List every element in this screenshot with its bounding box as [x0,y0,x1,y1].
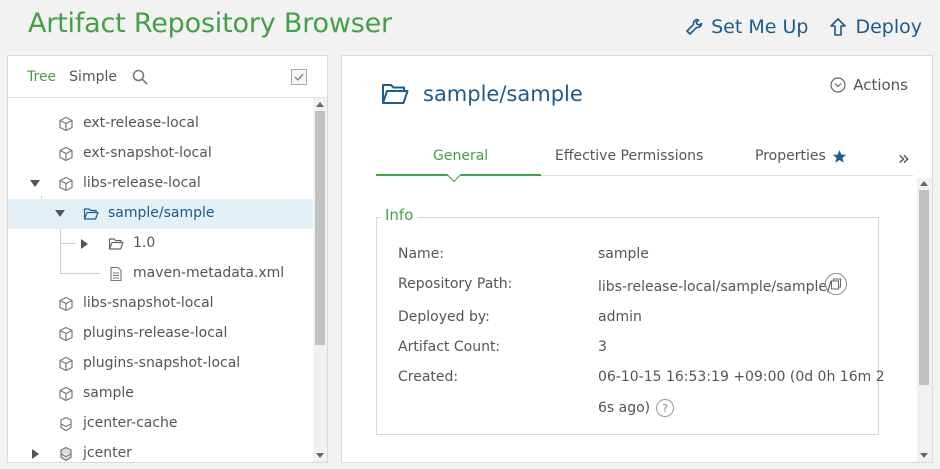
tree-item[interactable]: jcenter [8,439,313,462]
info-value-deployed-by: admin [598,309,642,325]
tab-effective-permissions[interactable]: Effective Permissions [555,148,703,164]
compact-folders-checkbox[interactable] [291,69,307,85]
info-value-repository-path: libs-release-local/sample/sample/ [598,279,832,295]
tree-item-label: jcenter [83,445,132,461]
actions-label: Actions [853,76,908,94]
tab-simple[interactable]: Simple [69,69,117,85]
collapse-arrow-icon[interactable] [32,449,39,459]
tree-panel: Tree Simple ext-release-local ext-snapsh… [7,55,328,463]
info-label-deployed-by: Deployed by: [398,309,490,325]
set-me-up-button[interactable]: Set Me Up [684,16,808,38]
tab-general[interactable]: General [433,148,488,164]
search-icon[interactable] [132,69,148,85]
tree-scrollbar[interactable] [313,98,327,462]
tree-item[interactable]: ext-snapshot-local [8,139,313,169]
info-label-created: Created: [398,369,459,385]
detail-panel: sample/sample Actions General Effective … [341,55,933,463]
repository-icon [59,386,73,402]
info-value-artifact-count: 3 [598,339,607,355]
tree-item[interactable]: plugins-release-local [8,319,313,349]
copy-path-button[interactable] [825,273,847,295]
tree-item-label: plugins-snapshot-local [83,355,241,371]
folder-icon [108,238,124,250]
wrench-icon [686,18,703,35]
tab-label: Effective Permissions [555,148,704,164]
repository-icon [59,296,73,312]
deploy-label: Deploy [855,16,922,38]
expand-arrow-icon[interactable] [30,180,40,187]
folder-open-icon [382,84,409,104]
tab-label: General [433,148,489,164]
info-label-name: Name: [398,246,445,262]
tree-item-label: ext-release-local [83,115,199,131]
detail-tabs: General Effective Permissions Properties [376,144,913,183]
help-icon[interactable]: ? [656,399,675,417]
file-icon [110,266,122,282]
info-value-created-line1: 06-10-15 16:53:19 +09:00 (0d 0h 16m 2 [598,369,885,385]
info-value-created-line2: 6s ago)? [598,399,675,417]
repository-icon [59,176,73,192]
folder-open-icon [83,208,99,220]
tree-item-label: libs-snapshot-local [83,295,214,311]
collapse-arrow-icon[interactable] [81,239,88,249]
checkmark-icon [294,73,304,82]
active-tab-caret [446,167,462,183]
set-me-up-label: Set Me Up [711,16,809,38]
expand-arrow-icon[interactable] [55,210,65,217]
tree-item-label: sample/sample [108,205,215,221]
tree-item-label: jcenter-cache [83,415,178,431]
repository-icon [59,326,73,342]
tree-item-label: libs-release-local [83,175,201,191]
tree-item[interactable]: libs-release-local [8,169,313,199]
tab-tree[interactable]: Tree [27,69,56,85]
tree-item-label: 1.0 [133,235,156,251]
tree-item[interactable]: plugins-snapshot-local [8,349,313,379]
scroll-up-arrow-icon[interactable] [316,102,324,107]
scrollbar-thumb[interactable] [315,111,325,345]
tree-item[interactable]: 1.0 [8,229,313,259]
info-section: Info Name: sample Repository Path: libs-… [376,206,885,435]
more-tabs-button[interactable]: » [898,146,910,170]
tree-item[interactable]: ext-release-local [8,109,313,139]
repository-tree: ext-release-local ext-snapshot-local lib… [8,109,313,462]
scrollbar-thumb[interactable] [919,190,929,385]
info-legend: Info [381,206,418,224]
tree-item-label: sample [83,385,134,401]
tree-item[interactable]: sample [8,379,313,409]
upload-arrow-icon [830,18,847,36]
chevron-down-circle-icon [830,77,846,93]
scroll-down-arrow-icon[interactable] [316,453,324,458]
tab-label: Properties [755,148,826,164]
info-label-artifact-count: Artifact Count: [398,339,501,355]
repository-icon [59,116,73,132]
header-actions: Set Me Up Deploy [684,16,922,38]
copy-icon [831,278,841,290]
remote-cache-icon [60,416,72,432]
tree-item-label: maven-metadata.xml [133,265,285,281]
info-label-repository-path: Repository Path: [398,276,513,292]
tree-toolbar: Tree Simple [8,56,327,98]
deploy-button[interactable]: Deploy [828,16,922,38]
tree-item-label: ext-snapshot-local [83,145,212,161]
tree-item[interactable]: maven-metadata.xml [8,259,313,289]
detail-header: sample/sample [381,82,583,106]
tree-item[interactable]: jcenter-cache [8,409,313,439]
detail-scrollbar[interactable] [917,178,932,462]
tree-item-label: plugins-release-local [83,325,228,341]
tree-item-selected[interactable]: sample/sample [8,199,313,229]
page-title: Artifact Repository Browser [28,8,392,39]
tab-properties[interactable]: Properties [755,148,847,164]
repository-icon [59,146,73,162]
remote-repository-icon [60,446,72,462]
star-icon [832,149,847,163]
detail-title: sample/sample [423,82,583,106]
scroll-down-arrow-icon[interactable] [920,453,928,458]
repository-icon [59,356,73,372]
actions-dropdown[interactable]: Actions [830,76,908,94]
created-relative-text: 6s ago) [598,400,651,416]
scroll-up-arrow-icon[interactable] [920,181,928,186]
info-value-name: sample [598,246,649,262]
tree-item[interactable]: libs-snapshot-local [8,289,313,319]
